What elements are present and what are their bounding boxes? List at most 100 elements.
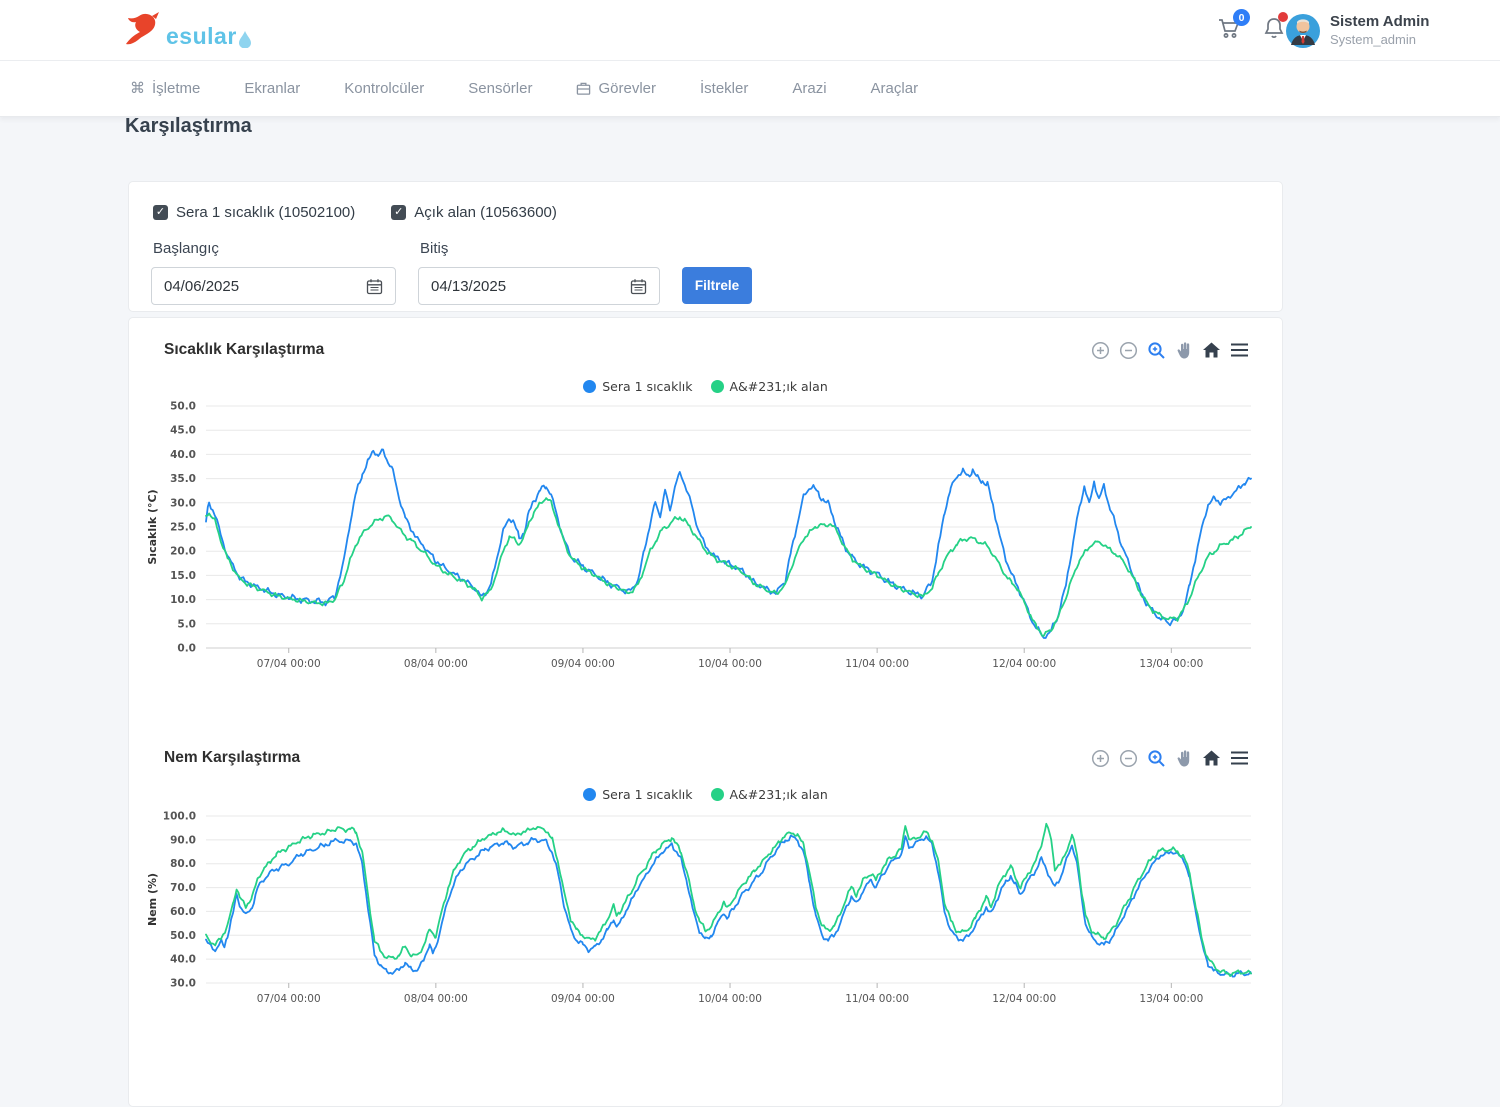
legend-item-sera1[interactable]: Sera 1 sıcaklık: [583, 379, 692, 394]
user-name: Sistem Admin: [1330, 13, 1429, 32]
svg-text:80.0: 80.0: [170, 858, 196, 870]
svg-text:30.0: 30.0: [170, 978, 196, 990]
box-zoom-icon[interactable]: [1147, 749, 1166, 768]
filter-panel: ✓ Sera 1 sıcaklık (10502100) ✓ Açık alan…: [128, 181, 1283, 312]
box-zoom-icon[interactable]: [1147, 341, 1166, 360]
svg-text:13/04 00:00: 13/04 00:00: [1139, 658, 1203, 670]
svg-text:60.0: 60.0: [170, 906, 196, 918]
svg-text:45.0: 45.0: [170, 425, 196, 437]
zoom-in-icon[interactable]: [1091, 749, 1110, 768]
command-icon: ⌘: [130, 81, 145, 96]
nav-item-ekranlar[interactable]: Ekranlar: [244, 80, 300, 97]
svg-text:09/04 00:00: 09/04 00:00: [551, 658, 615, 670]
chart1-toolbar: [1091, 341, 1249, 360]
svg-text:08/04 00:00: 08/04 00:00: [404, 658, 468, 670]
app-logo[interactable]: esular: [122, 10, 252, 48]
briefcase-icon: [576, 81, 591, 96]
legend-label: Sera 1 sıcaklık: [602, 379, 692, 394]
legend-label: A&#231;ık alan: [730, 787, 828, 802]
zoom-out-icon[interactable]: [1119, 749, 1138, 768]
reset-home-icon[interactable]: [1202, 341, 1221, 359]
cart-button[interactable]: 0: [1217, 16, 1241, 45]
app-header: esular 0: [0, 0, 1500, 61]
start-date-label: Başlangıç: [153, 240, 219, 257]
pan-icon[interactable]: [1175, 341, 1193, 360]
nav-item-label: Sensörler: [468, 80, 532, 97]
user-menu[interactable]: Sistem Admin System_admin: [1285, 0, 1500, 61]
temperature-chart[interactable]: 0.05.010.015.020.025.030.035.040.045.050…: [136, 396, 1271, 696]
legend-dot-green: [711, 380, 724, 393]
nav-item-isletme[interactable]: ⌘ İşletme: [130, 80, 200, 97]
page-title: Karşılaştırma: [125, 115, 252, 138]
svg-text:35.0: 35.0: [170, 473, 196, 485]
nav-item-label: İstekler: [700, 80, 748, 97]
user-handle: System_admin: [1330, 32, 1429, 48]
filter-button[interactable]: Filtrele: [682, 267, 752, 304]
calendar-icon[interactable]: [366, 278, 383, 295]
checkbox-acik-alan[interactable]: ✓ Açık alan (10563600): [391, 204, 557, 221]
legend-item-sera1[interactable]: Sera 1 sıcaklık: [583, 787, 692, 802]
menu-icon[interactable]: [1230, 750, 1249, 766]
calendar-icon[interactable]: [630, 278, 647, 295]
nav-item-label: Görevler: [598, 80, 656, 97]
nav-item-gorevler[interactable]: Görevler: [576, 80, 656, 97]
legend-item-acik-alan[interactable]: A&#231;ık alan: [711, 379, 828, 394]
svg-text:10/04 00:00: 10/04 00:00: [698, 658, 762, 670]
nav-item-label: Ekranlar: [244, 80, 300, 97]
svg-text:08/04 00:00: 08/04 00:00: [404, 993, 468, 1005]
legend-dot-blue: [583, 788, 596, 801]
main-nav: ⌘ İşletme Ekranlar Kontrolcüler Sensörle…: [0, 61, 1500, 117]
checkbox-checked-icon: ✓: [153, 205, 168, 220]
svg-text:20.0: 20.0: [170, 546, 196, 558]
notifications-button[interactable]: [1263, 16, 1285, 45]
svg-text:Nem (%): Nem (%): [146, 873, 159, 926]
checkbox-label: Açık alan (10563600): [414, 204, 557, 221]
svg-text:100.0: 100.0: [163, 811, 196, 823]
svg-text:15.0: 15.0: [170, 570, 196, 582]
nav-item-label: Arazi: [792, 80, 826, 97]
logo-droplet-icon: [238, 30, 252, 48]
checkbox-label: Sera 1 sıcaklık (10502100): [176, 204, 355, 221]
reset-home-icon[interactable]: [1202, 749, 1221, 767]
end-date-field[interactable]: [418, 267, 660, 305]
svg-text:13/04 00:00: 13/04 00:00: [1139, 993, 1203, 1005]
svg-text:30.0: 30.0: [170, 497, 196, 509]
start-date-field[interactable]: [151, 267, 396, 305]
avatar: [1285, 13, 1321, 49]
end-date-input[interactable]: [431, 278, 541, 295]
pan-icon[interactable]: [1175, 749, 1193, 768]
svg-text:90.0: 90.0: [170, 834, 196, 846]
checkbox-sera1-sicaklik[interactable]: ✓ Sera 1 sıcaklık (10502100): [153, 204, 355, 221]
nav-item-arazi[interactable]: Arazi: [792, 80, 826, 97]
humidity-chart[interactable]: 30.040.050.060.070.080.090.0100.007/04 0…: [136, 806, 1271, 1106]
svg-text:07/04 00:00: 07/04 00:00: [257, 658, 321, 670]
svg-text:0.0: 0.0: [177, 643, 196, 655]
chart2-legend: Sera 1 sıcaklık A&#231;ık alan: [129, 787, 1282, 802]
svg-text:11/04 00:00: 11/04 00:00: [845, 658, 909, 670]
nav-item-label: İşletme: [152, 80, 200, 97]
nav-item-araclar[interactable]: Araçlar: [871, 80, 919, 97]
chart2-title: Nem Karşılaştırma: [164, 749, 300, 767]
checkbox-checked-icon: ✓: [391, 205, 406, 220]
chart1-legend: Sera 1 sıcaklık A&#231;ık alan: [129, 379, 1282, 394]
nav-item-sensorler[interactable]: Sensörler: [468, 80, 532, 97]
nav-item-istekler[interactable]: İstekler: [700, 80, 748, 97]
svg-text:07/04 00:00: 07/04 00:00: [257, 993, 321, 1005]
svg-text:10.0: 10.0: [170, 594, 196, 606]
nav-item-kontrolculer[interactable]: Kontrolcüler: [344, 80, 424, 97]
zoom-in-icon[interactable]: [1091, 341, 1110, 360]
logo-text: esular: [166, 25, 237, 48]
legend-label: A&#231;ık alan: [730, 379, 828, 394]
svg-text:50.0: 50.0: [170, 401, 196, 413]
legend-item-acik-alan[interactable]: A&#231;ık alan: [711, 787, 828, 802]
svg-text:12/04 00:00: 12/04 00:00: [992, 658, 1056, 670]
end-date-label: Bitiş: [420, 240, 448, 257]
svg-text:Sıcaklık (°C): Sıcaklık (°C): [146, 489, 159, 564]
zoom-out-icon[interactable]: [1119, 341, 1138, 360]
svg-text:12/04 00:00: 12/04 00:00: [992, 993, 1056, 1005]
svg-text:5.0: 5.0: [177, 618, 196, 630]
svg-text:11/04 00:00: 11/04 00:00: [845, 993, 909, 1005]
menu-icon[interactable]: [1230, 342, 1249, 358]
start-date-input[interactable]: [164, 278, 274, 295]
svg-text:10/04 00:00: 10/04 00:00: [698, 993, 762, 1005]
